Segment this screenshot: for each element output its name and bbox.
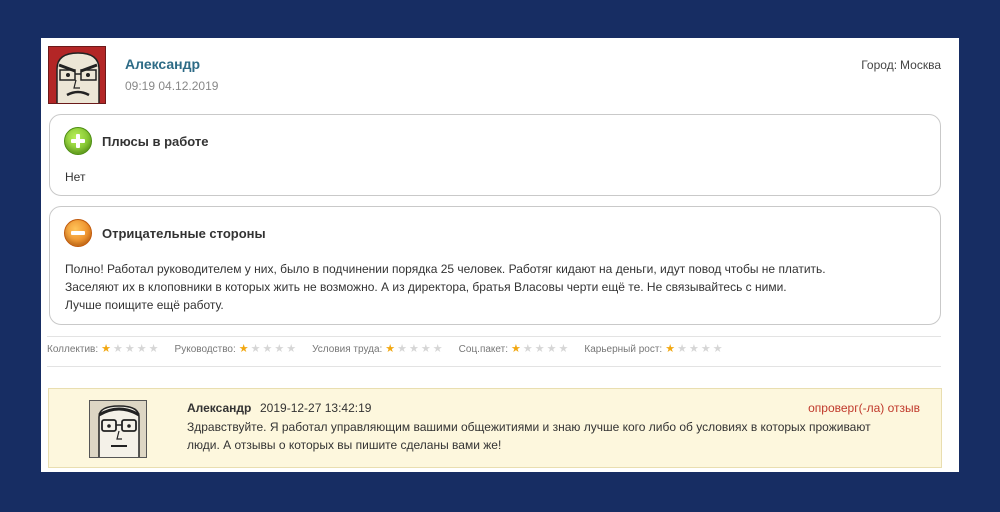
star-icon: ★ [700,343,711,355]
rating-management: Руководство: ★ ★ ★ ★ ★ [174,344,299,356]
divider [47,366,941,367]
star-icon: ★ [522,343,533,355]
star-icon: ★ [238,343,249,355]
star-icon: ★ [409,343,419,355]
city-info: Город: Москва [858,58,941,72]
city-value: Москва [900,58,941,72]
pros-box: Плюсы в работе Нет [49,114,941,196]
reply-timestamp: 2019-12-27 13:42:19 [260,401,372,415]
star-icon: ★ [101,343,112,355]
cons-text: Полно! Работал руководителем у них, было… [65,260,935,314]
face-avatar-icon [90,401,146,457]
rating-social-package: Соц.пакет: ★ ★ ★ ★ ★ [458,344,571,356]
pros-text: Нет [65,170,86,184]
rating-team: Коллектив: ★ ★ ★ ★ ★ [47,344,161,356]
star-rating: ★ ★ ★ ★ ★ [665,344,724,355]
review-date: 09:19 04.12.2019 [125,79,219,93]
cons-text-line: Заселяют их в клоповники в которых жить … [65,280,787,294]
star-icon: ★ [712,343,723,355]
city-label: Город: [861,58,898,72]
rating-label: Руководство: [174,344,236,355]
ratings-row: Коллектив: ★ ★ ★ ★ ★ Руководство: ★ ★ ★ ★ ★ Усло… [47,344,739,356]
star-icon: ★ [113,343,123,355]
star-icon: ★ [432,343,443,355]
star-icon: ★ [677,343,687,355]
author-avatar[interactable] [48,46,106,104]
rating-label: Соц.пакет: [458,344,508,355]
star-icon: ★ [420,343,431,355]
star-icon: ★ [397,343,408,355]
rating-label: Условия труда: [312,344,383,355]
divider [47,336,941,337]
star-icon: ★ [558,343,569,355]
reply-text-line: Здравствуйте. Я работал управляющим ваши… [187,420,871,434]
star-rating: ★ ★ ★ ★ ★ [385,344,444,355]
star-icon: ★ [262,343,273,355]
star-icon: ★ [511,343,521,355]
rating-label: Карьерный рост: [584,344,663,355]
rating-label: Коллектив: [47,344,99,355]
reply-text: Здравствуйте. Я работал управляющим ваши… [187,418,927,454]
star-icon: ★ [534,343,545,355]
employer-reply: Александр 2019-12-27 13:42:19 опроверг(-… [48,388,942,468]
rating-career: Карьерный рост: ★ ★ ★ ★ ★ [584,344,724,356]
reply-text-line: люди. А отзывы о которых вы пишите сдела… [187,438,502,452]
reply-status: опроверг(-ла) отзыв [808,401,920,415]
reply-avatar[interactable] [89,400,147,458]
star-icon: ★ [136,343,147,355]
star-icon: ★ [385,343,396,355]
plus-circle-icon [64,127,92,155]
reply-author-name: Александр [187,401,252,415]
minus-circle-icon [64,219,92,247]
angry-face-avatar-icon [49,47,105,103]
author-name-link[interactable]: Александр [125,56,200,72]
star-rating: ★ ★ ★ ★ ★ [101,344,160,355]
star-icon: ★ [124,343,135,355]
cons-header: Отрицательные стороны [64,219,266,247]
cons-title: Отрицательные стороны [102,225,266,241]
rating-conditions: Условия труда: ★ ★ ★ ★ ★ [312,344,445,356]
cons-text-line: Лучше поищите ещё работу. [65,298,224,312]
pros-title: Плюсы в работе [102,133,209,149]
cons-box: Отрицательные стороны Полно! Работал рук… [49,206,941,325]
star-icon: ★ [546,343,557,355]
star-rating: ★ ★ ★ ★ ★ [511,344,570,355]
star-rating: ★ ★ ★ ★ ★ [239,344,298,355]
star-icon: ★ [148,343,159,355]
star-icon: ★ [665,343,676,355]
star-icon: ★ [274,343,285,355]
star-icon: ★ [688,343,699,355]
pros-header: Плюсы в работе [64,127,209,155]
cons-text-line: Полно! Работал руководителем у них, было… [65,262,826,276]
review-card: Александр 09:19 04.12.2019 Город: Москва … [41,38,959,472]
star-icon: ★ [286,343,297,355]
star-icon: ★ [250,343,261,355]
